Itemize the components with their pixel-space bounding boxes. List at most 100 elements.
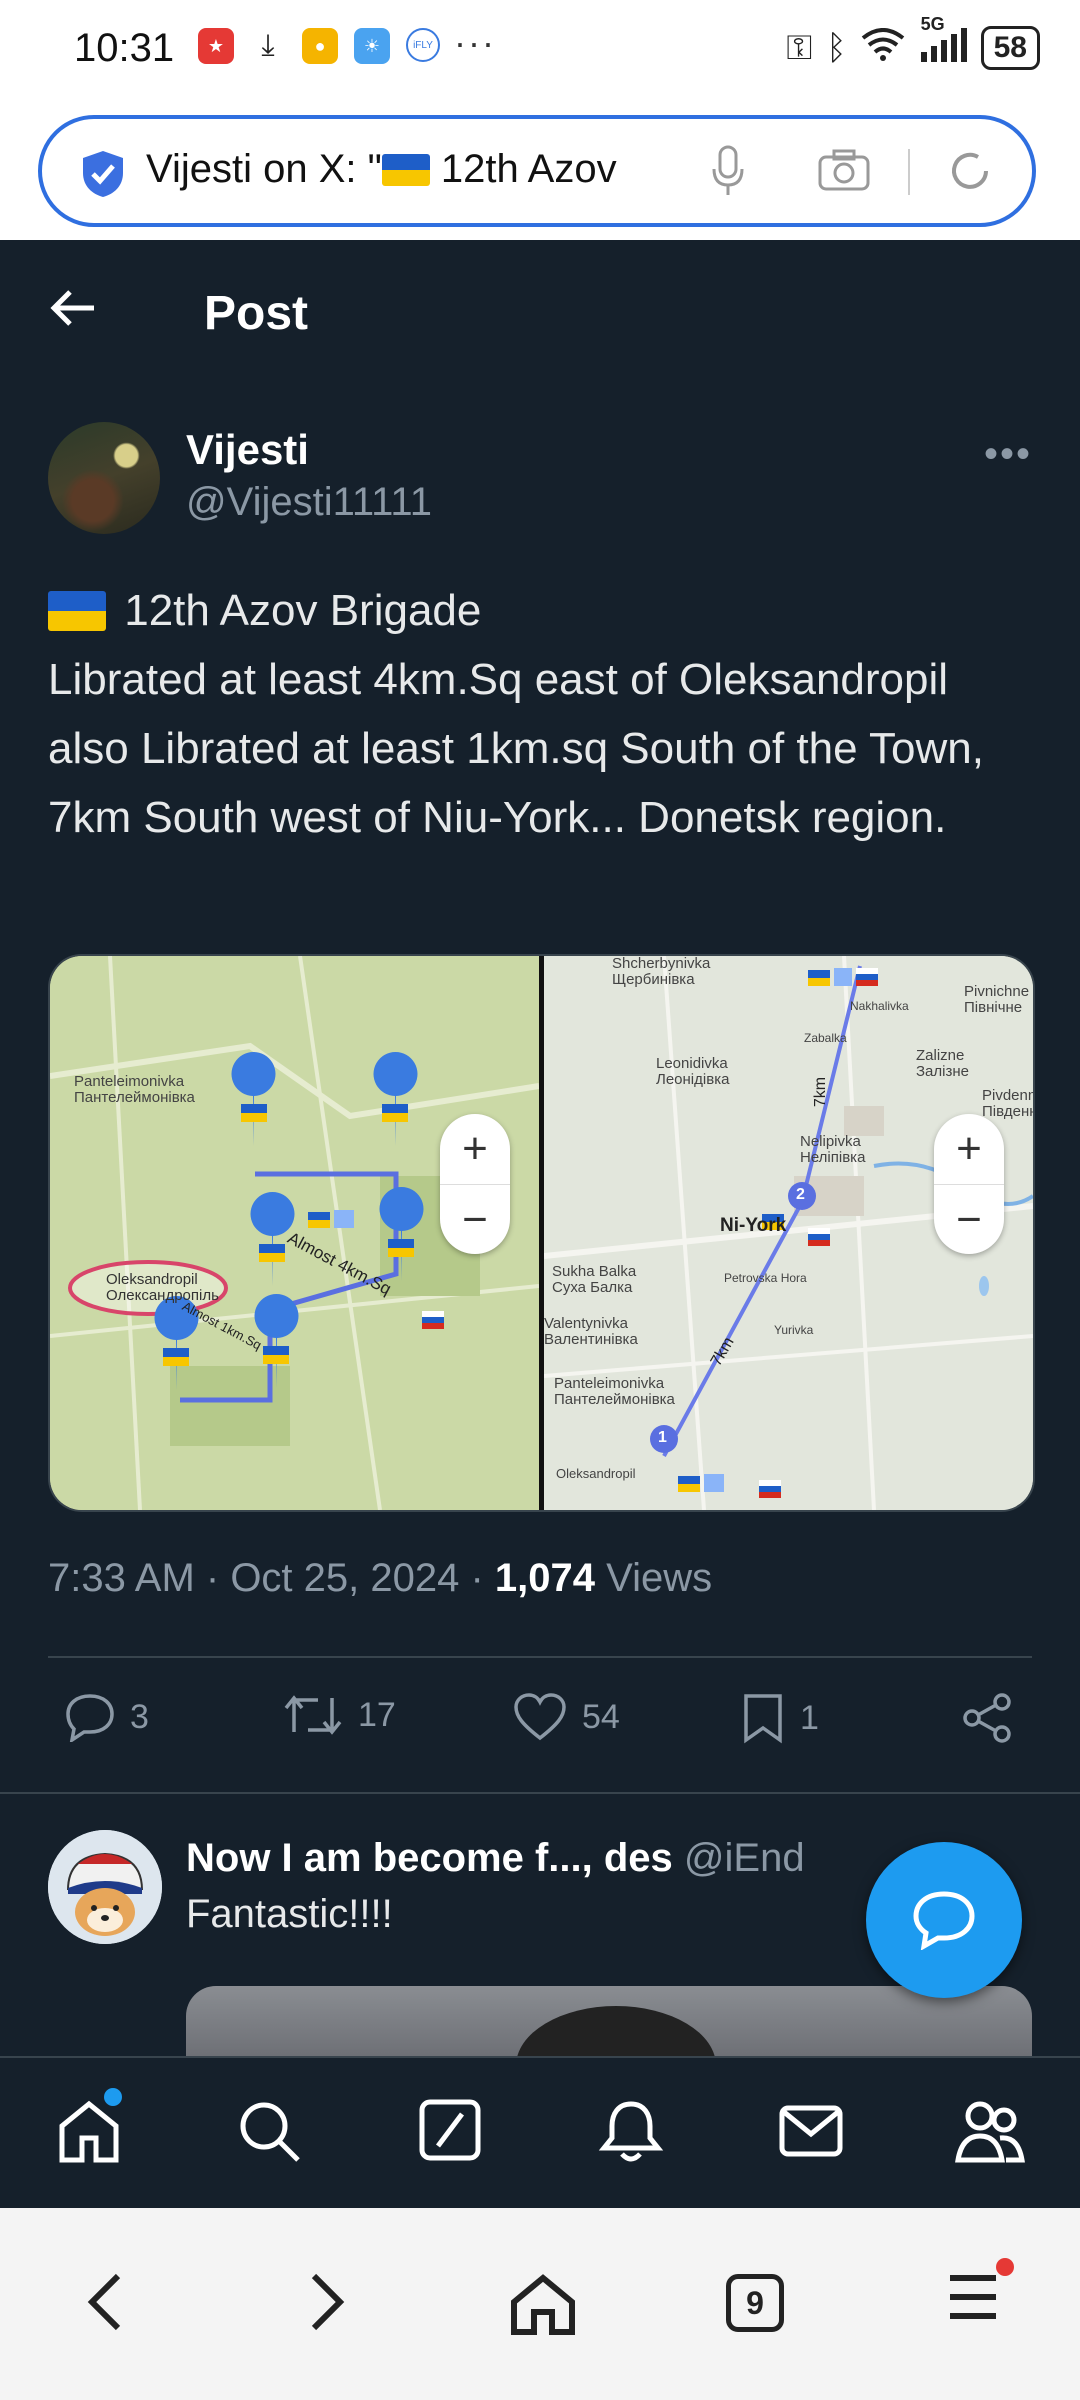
zoom-out-button[interactable]: −	[440, 1185, 510, 1255]
town-name: Panteleimonivka	[74, 1073, 185, 1090]
browser-navigation-bar	[0, 2208, 1080, 2400]
town-name-cyrillic: Валентинівка	[544, 1331, 638, 1348]
town-name: Panteleimonivka	[554, 1375, 665, 1392]
reply-avatar[interactable]	[48, 1830, 162, 1944]
signal-icon: 5G	[919, 14, 967, 69]
bookmark-icon	[744, 1694, 782, 1744]
town-name-cyrillic: Залізне	[916, 1063, 969, 1080]
zoom-out-button[interactable]: −	[934, 1185, 1004, 1255]
search-tab-icon[interactable]	[236, 2098, 302, 2164]
map-label-pivnichne: Pivnichne Північне	[964, 984, 1029, 1016]
map-label-zalizne: Zalizne Залізне	[916, 1048, 969, 1080]
browser-tabs-button[interactable]: 9	[726, 2274, 784, 2332]
battery-indicator: 58	[980, 26, 1040, 70]
zoom-in-button[interactable]: +	[440, 1114, 510, 1185]
more-options-icon[interactable]: •••	[984, 432, 1032, 477]
map-label-oleksandropil: Oleksandropil	[556, 1466, 636, 1481]
reply-button[interactable]: 3	[64, 1692, 149, 1742]
ifly-icon: iFLY	[406, 28, 440, 62]
author-handle[interactable]: @Vijesti11111	[186, 480, 432, 525]
notification-icons: ★ ⤓ ● ☀ iFLY	[198, 28, 440, 64]
browser-back-icon[interactable]	[84, 2272, 124, 2332]
download-icon: ⤓	[250, 28, 286, 64]
back-arrow-icon[interactable]	[50, 288, 96, 328]
address-bar[interactable]: Vijesti on X: " 12th Azov	[38, 115, 1036, 227]
share-button[interactable]	[960, 1692, 1014, 1744]
camera-icon[interactable]	[818, 149, 870, 191]
shiba-avatar-image	[48, 1830, 162, 1944]
wifi-icon	[861, 27, 905, 69]
post-text: 12th Azov Brigade Librated at least 4km.…	[48, 576, 1038, 852]
map-label-valentynivka: Valentynivka Валентинівка	[544, 1316, 638, 1348]
reply-text: Fantastic!!!!	[186, 1892, 393, 1936]
repost-icon	[284, 1695, 342, 1735]
status-time: 10:31	[74, 26, 175, 70]
map-label-ni-york: Ni-York	[720, 1215, 787, 1236]
author-avatar[interactable]	[48, 422, 160, 534]
author-name[interactable]: Vijesti	[186, 426, 309, 474]
town-name: Sukha Balka	[552, 1263, 637, 1280]
reply-count: 3	[130, 1697, 149, 1736]
microphone-icon[interactable]	[710, 145, 746, 197]
map-image-left[interactable]: Panteleimonivka Пантелеймонівка Oleksandr…	[50, 956, 540, 1510]
key-icon: ⚿	[786, 28, 813, 67]
notifications-tab-icon[interactable]	[598, 2098, 664, 2164]
town-name: Zalizne	[916, 1047, 965, 1064]
post-text-line1: 12th Azov Brigade	[48, 576, 1038, 645]
bluetooth-icon: ᛒ	[826, 28, 847, 67]
town-name-cyrillic: Олександропіль	[106, 1287, 219, 1304]
browser-home-icon[interactable]	[508, 2272, 578, 2336]
like-button[interactable]: 54	[512, 1692, 620, 1742]
repost-button[interactable]: 17	[282, 1692, 396, 1738]
views-label: Views	[606, 1556, 713, 1600]
map-zoom-controls: + −	[440, 1114, 510, 1254]
map-label-distance-top: 7km	[812, 1076, 830, 1108]
map-label-panteleimonivka: Panteleimonivka Пантелеймонівка	[74, 1074, 195, 1106]
messages-tab-icon[interactable]	[778, 2098, 844, 2164]
compose-reply-button[interactable]	[866, 1842, 1022, 1998]
map-image-right[interactable]: Shcherbynivka Щербинівка Leonidivka Леонід…	[543, 955, 1033, 1510]
browser-address-area: Vijesti on X: " 12th Azov	[0, 105, 1080, 240]
map-label-zabalka: Zabalka	[804, 1031, 847, 1045]
reply-media-shape	[516, 2006, 716, 2056]
town-name: Valentynivka	[544, 1315, 628, 1332]
post-media[interactable]: Panteleimonivka Пантелеймонівка Oleksandr…	[48, 954, 1035, 1512]
more-notifications-icon: ···	[454, 22, 496, 63]
like-count: 54	[582, 1697, 620, 1736]
ukraine-flag-icon	[381, 154, 430, 186]
communities-tab-icon[interactable]	[954, 2098, 1026, 2164]
map-label-nakhalivka: Nakhalivka	[850, 999, 909, 1013]
map-label-nelipivka: Nelipivka Неліпівка	[800, 1134, 865, 1166]
home-tab-icon[interactable]	[56, 2098, 122, 2164]
views-count: 1,074	[494, 1556, 596, 1600]
url-text[interactable]: Vijesti on X: " 12th Azov	[146, 147, 617, 192]
reply-author-line[interactable]: Now I am become f..., des @iEnd	[186, 1836, 805, 1881]
network-type: 5G	[920, 13, 945, 34]
menu-notification-dot	[996, 2258, 1014, 2276]
town-name-cyrillic: Пантелеймонівка	[554, 1391, 675, 1408]
town-name-cyrillic: Леонідівка	[656, 1071, 730, 1088]
divider	[48, 1656, 1032, 1658]
browser-forward-icon[interactable]	[308, 2272, 348, 2332]
zoom-in-button[interactable]: +	[934, 1114, 1004, 1185]
weibo-icon: ●	[302, 28, 338, 64]
map-label-yurivka: Yurivka	[774, 1323, 814, 1337]
url-text-part: Vijesti on X: "	[146, 147, 382, 191]
route-marker-1: 1	[658, 1429, 667, 1446]
map-label-sukha-balka: Sukha Balka Суха Балка	[552, 1264, 636, 1296]
map-label-panteleimonivka: Panteleimonivka Пантелеймонівка	[554, 1376, 675, 1408]
reload-icon[interactable]	[946, 147, 994, 195]
post-header: Post	[0, 240, 1080, 390]
weather-icon: ☀	[354, 28, 390, 64]
town-name: Shcherbynivka	[612, 955, 711, 972]
bookmark-button[interactable]: 1	[740, 1692, 819, 1744]
reply-author-name: Now I am become f..., des	[186, 1836, 673, 1880]
grok-tab-icon[interactable]	[418, 2098, 482, 2162]
home-notification-dot	[104, 2088, 122, 2106]
map-label-leonidivka: Leonidivka Леонідівка	[656, 1056, 729, 1088]
reply-media[interactable]	[186, 1986, 1032, 2056]
url-text-part-2: 12th Azov	[429, 147, 617, 191]
verified-shield-icon	[83, 151, 123, 197]
browser-menu-icon[interactable]	[946, 2272, 1000, 2322]
town-name-cyrillic: Північне	[964, 999, 1023, 1016]
